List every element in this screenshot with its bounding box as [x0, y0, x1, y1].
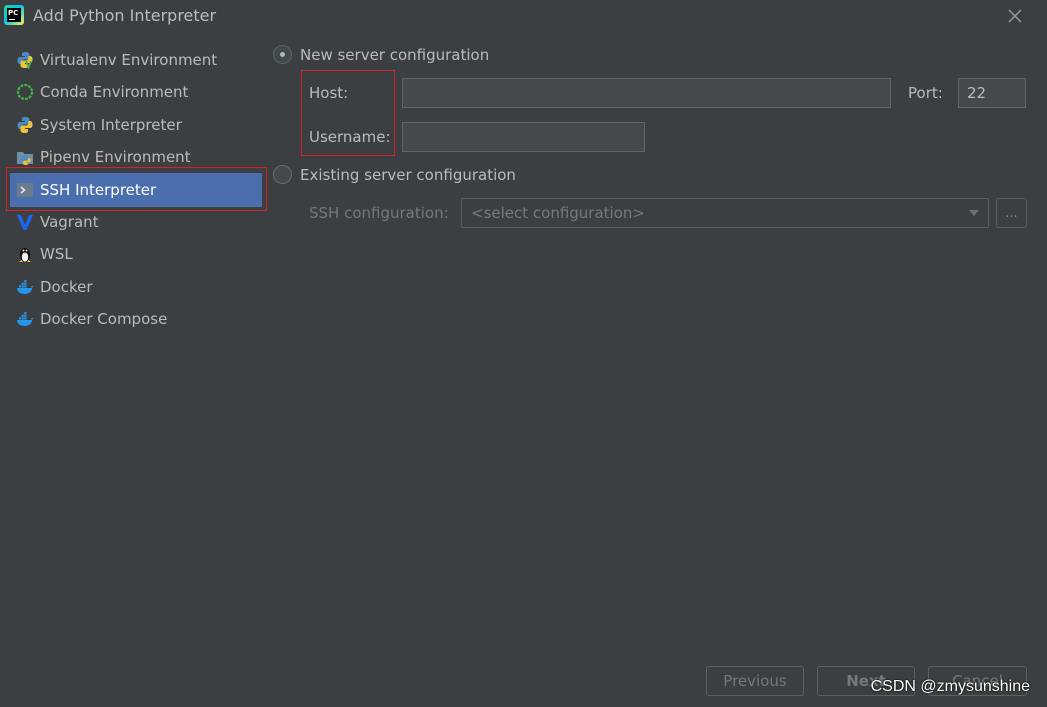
- browse-configuration-button[interactable]: ...: [996, 198, 1027, 228]
- docker-compose-icon: [16, 310, 34, 328]
- watermark: CSDN @zmysunshine: [870, 678, 1030, 695]
- sidebar-item-label: System Interpreter: [40, 116, 182, 134]
- existing-server-radio-row[interactable]: Existing server configuration: [273, 165, 516, 184]
- new-server-radio[interactable]: [273, 45, 292, 64]
- close-button[interactable]: [1005, 6, 1025, 26]
- username-input[interactable]: [402, 122, 645, 152]
- existing-server-label: Existing server configuration: [300, 165, 516, 184]
- window-title: Add Python Interpreter: [33, 6, 217, 25]
- new-server-label: New server configuration: [300, 45, 490, 64]
- sidebar-item-docker[interactable]: Docker: [10, 271, 262, 303]
- sidebar-item-virtualenv[interactable]: Virtualenv Environment: [10, 44, 262, 76]
- port-label: Port:: [908, 84, 943, 102]
- sidebar-item-system-interpreter[interactable]: System Interpreter: [10, 109, 262, 141]
- sidebar-item-docker-compose[interactable]: Docker Compose: [10, 303, 262, 335]
- pipenv-icon: [16, 148, 34, 166]
- ssh-configuration-label: SSH configuration:: [309, 204, 449, 222]
- sidebar-item-vagrant[interactable]: Vagrant: [10, 206, 262, 238]
- sidebar-item-pipenv[interactable]: Pipenv Environment: [10, 141, 262, 173]
- chevron-down-icon: [969, 210, 979, 216]
- sidebar-item-label: Docker: [40, 278, 93, 296]
- existing-server-radio[interactable]: [273, 165, 292, 184]
- linux-icon: [16, 245, 34, 263]
- host-label: Host:: [309, 84, 349, 102]
- ssh-configuration-value: <select configuration>: [471, 204, 645, 222]
- title-bar: PC Add Python Interpreter: [0, 0, 1047, 32]
- conda-icon: [16, 83, 34, 101]
- docker-icon: [16, 278, 34, 296]
- sidebar-item-label: Virtualenv Environment: [40, 51, 218, 69]
- new-server-radio-row[interactable]: New server configuration: [273, 45, 489, 64]
- sidebar-item-ssh-interpreter[interactable]: SSH Interpreter: [10, 173, 262, 207]
- port-input[interactable]: 22: [958, 78, 1026, 108]
- logo-text: PC: [7, 8, 21, 22]
- ssh-configuration-select[interactable]: <select configuration>: [461, 198, 989, 228]
- sidebar-item-label: Docker Compose: [40, 310, 168, 328]
- username-label: Username:: [309, 128, 391, 146]
- sidebar-item-conda[interactable]: Conda Environment: [10, 76, 262, 108]
- virtualenv-icon: [16, 51, 34, 69]
- sidebar-item-label: Conda Environment: [40, 83, 189, 101]
- sidebar-item-label: WSL: [40, 245, 73, 263]
- sidebar-item-wsl[interactable]: WSL: [10, 238, 262, 270]
- pycharm-logo-icon: PC: [4, 5, 24, 25]
- vagrant-icon: [16, 213, 34, 231]
- interpreter-type-list: Virtualenv Environment Conda Environment…: [0, 42, 270, 342]
- previous-button[interactable]: Previous: [706, 666, 804, 696]
- sidebar-item-label: SSH Interpreter: [40, 181, 157, 199]
- terminal-icon: [16, 181, 34, 199]
- host-input[interactable]: [402, 78, 891, 108]
- python-icon: [16, 116, 34, 134]
- sidebar-item-label: Pipenv Environment: [40, 148, 191, 166]
- sidebar-item-label: Vagrant: [40, 213, 99, 231]
- close-icon: [1008, 9, 1022, 23]
